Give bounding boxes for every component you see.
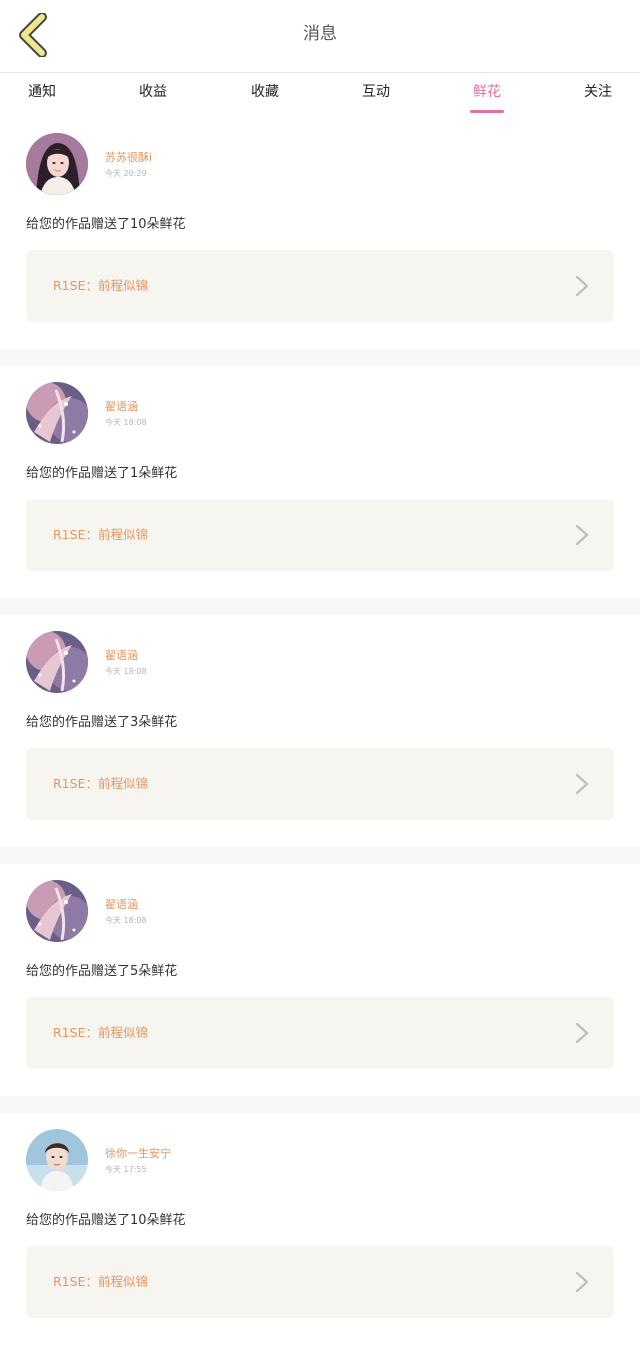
tab-label: 关注 (584, 84, 612, 100)
tab-label: 通知 (28, 84, 56, 100)
gift-message: 给您的作品赠送了5朵鲜花 (26, 964, 178, 979)
notification-card: 翟语涵 今天 18:08 给您的作品赠送了3朵鲜花 R1SE：前程似锦 (0, 615, 640, 847)
chevron-right-icon (575, 773, 589, 795)
chevron-right-icon (575, 1022, 589, 1044)
tab-following[interactable]: 关注 (558, 73, 638, 117)
timestamp: 今天 18:08 (105, 916, 147, 925)
chevron-left-icon (19, 13, 47, 57)
tab-label: 鲜花 (473, 84, 501, 100)
back-button[interactable] (14, 12, 54, 58)
page-title: 消息 (303, 24, 337, 44)
avatar-portrait-image (26, 1129, 88, 1191)
chevron-right-icon (575, 275, 589, 297)
gift-message: 给您的作品赠送了1朵鲜花 (26, 466, 178, 481)
work-link[interactable]: R1SE：前程似锦 (26, 748, 614, 820)
work-title: R1SE：前程似锦 (53, 776, 148, 791)
tab-bar: 通知 收益 收藏 互动 鲜花 关注 (0, 73, 640, 117)
gift-message: 给您的作品赠送了10朵鲜花 (26, 217, 186, 232)
sender-name[interactable]: 苏苏很酥i (105, 149, 152, 165)
chevron-right-icon (575, 524, 589, 546)
card-separator (0, 1096, 640, 1113)
avatar[interactable] (26, 133, 88, 195)
tab-flowers[interactable]: 鲜花 (447, 73, 527, 117)
work-title: R1SE：前程似锦 (53, 1025, 148, 1040)
work-link[interactable]: R1SE：前程似锦 (26, 250, 614, 322)
gift-message: 给您的作品赠送了10朵鲜花 (26, 1213, 186, 1228)
tab-notice[interactable]: 通知 (2, 73, 82, 117)
avatar[interactable] (26, 880, 88, 942)
tab-earnings[interactable]: 收益 (113, 73, 193, 117)
avatar-anime-image (26, 382, 88, 444)
sender-name[interactable]: 徐你一生安宁 (105, 1145, 171, 1161)
work-title: R1SE：前程似锦 (53, 1274, 148, 1289)
active-tab-indicator (470, 110, 504, 113)
timestamp: 今天 17:55 (105, 1165, 147, 1174)
sender-name[interactable]: 翟语涵 (105, 896, 138, 912)
sender-name[interactable]: 翟语涵 (105, 647, 138, 663)
avatar[interactable] (26, 631, 88, 693)
notification-card: 苏苏很酥i 今天 20:29 给您的作品赠送了10朵鲜花 R1SE：前程似锦 (0, 117, 640, 349)
avatar[interactable] (26, 1129, 88, 1191)
gift-message: 给您的作品赠送了3朵鲜花 (26, 715, 178, 730)
work-link[interactable]: R1SE：前程似锦 (26, 1246, 614, 1318)
top-bar: 消息 (0, 0, 640, 73)
work-link[interactable]: R1SE：前程似锦 (26, 997, 614, 1069)
chevron-right-icon (575, 1271, 589, 1293)
work-link[interactable]: R1SE：前程似锦 (26, 499, 614, 571)
avatar-portrait-image (26, 133, 88, 195)
sender-name[interactable]: 翟语涵 (105, 398, 138, 414)
card-separator (0, 847, 640, 864)
tab-label: 收藏 (251, 84, 279, 100)
work-title: R1SE：前程似锦 (53, 278, 148, 293)
work-title: R1SE：前程似锦 (53, 527, 148, 542)
avatar[interactable] (26, 382, 88, 444)
card-separator (0, 349, 640, 366)
tab-label: 互动 (362, 84, 390, 100)
notification-card: 翟语涵 今天 18:08 给您的作品赠送了5朵鲜花 R1SE：前程似锦 (0, 864, 640, 1096)
avatar-anime-image (26, 880, 88, 942)
timestamp: 今天 18:08 (105, 667, 147, 676)
tab-favorites[interactable]: 收藏 (225, 73, 305, 117)
avatar-anime-image (26, 631, 88, 693)
timestamp: 今天 18:08 (105, 418, 147, 427)
notification-card: 徐你一生安宁 今天 17:55 给您的作品赠送了10朵鲜花 R1SE：前程似锦 (0, 1113, 640, 1345)
tab-label: 收益 (139, 84, 167, 100)
card-separator (0, 598, 640, 615)
notification-card: 翟语涵 今天 18:08 给您的作品赠送了1朵鲜花 R1SE：前程似锦 (0, 366, 640, 598)
notification-list: 苏苏很酥i 今天 20:29 给您的作品赠送了10朵鲜花 R1SE：前程似锦 翟 (0, 117, 640, 1345)
tab-interactions[interactable]: 互动 (336, 73, 416, 117)
timestamp: 今天 20:29 (105, 169, 147, 178)
